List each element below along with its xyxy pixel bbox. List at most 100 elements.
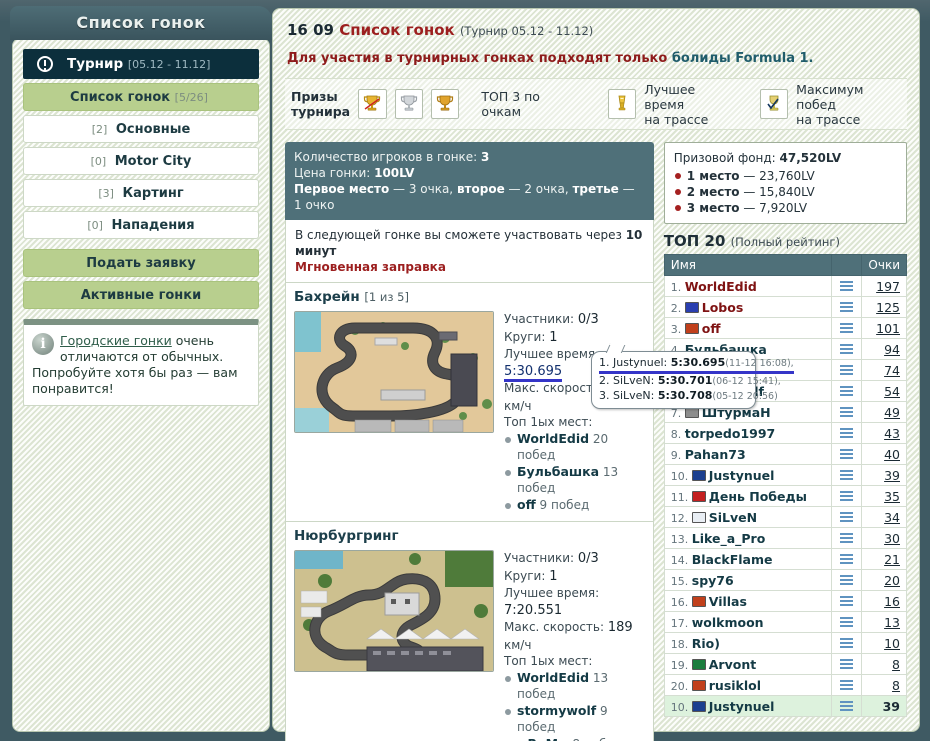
tab-races-list[interactable]: Список гонок xyxy=(10,6,272,40)
player-stats-cell[interactable] xyxy=(831,506,863,528)
list-lines-icon[interactable] xyxy=(840,511,854,522)
race-card-nurburgring[interactable]: Нюрбургринг Участники: 0/3 Круги: 1 Лучш… xyxy=(285,522,654,741)
player-points-link[interactable]: 8 xyxy=(892,657,900,672)
player-points-link[interactable]: 20 xyxy=(884,573,900,588)
sidebar-item-napadeniya[interactable]: [0] Нападения xyxy=(23,211,259,239)
player-points-link[interactable]: 40 xyxy=(884,447,900,462)
player-points-link[interactable]: 39 xyxy=(883,699,900,714)
table-row[interactable]: 17. wolkmoon 13 xyxy=(663,611,907,633)
table-row[interactable]: 19. Arvont 8 xyxy=(663,653,907,675)
player-points-link[interactable]: 125 xyxy=(876,300,900,315)
player-points-link[interactable]: 94 xyxy=(884,342,900,357)
list-lines-icon[interactable] xyxy=(840,406,854,417)
top-player-name[interactable]: off xyxy=(517,497,536,512)
list-lines-icon[interactable] xyxy=(840,595,854,606)
player-stats-cell[interactable] xyxy=(831,569,863,591)
player-stats-cell[interactable] xyxy=(831,611,863,633)
player-stats-cell[interactable] xyxy=(831,380,863,402)
list-lines-icon[interactable] xyxy=(840,364,854,375)
instant-refuel-link[interactable]: Мгновенная заправка xyxy=(295,259,644,275)
table-row[interactable]: 8. torpedo1997 43 xyxy=(663,422,907,444)
table-row[interactable]: 16. Villas 16 xyxy=(663,590,907,612)
table-row[interactable]: 10. Justynuel 39 xyxy=(663,464,907,486)
player-name-cell[interactable]: 11. День Победы xyxy=(663,485,833,507)
player-name-cell[interactable]: 17. wolkmoon xyxy=(663,611,833,633)
player-name-cell[interactable]: 10. Justynuel xyxy=(663,464,833,486)
player-points-link[interactable]: 16 xyxy=(884,594,900,609)
player-stats-cell[interactable] xyxy=(831,632,863,654)
player-points-link[interactable]: 43 xyxy=(884,426,900,441)
player-name-cell[interactable]: 15. spy76 xyxy=(663,569,833,591)
table-row[interactable]: 20. rusiklol 8 xyxy=(663,674,907,696)
list-lines-icon[interactable] xyxy=(840,616,854,627)
player-points-link[interactable]: 197 xyxy=(876,279,900,294)
sidebar-item-karting[interactable]: [3] Картинг xyxy=(23,179,259,207)
city-races-link[interactable]: Городские гонки xyxy=(60,333,172,348)
list-lines-icon[interactable] xyxy=(840,280,854,291)
list-lines-icon[interactable] xyxy=(840,679,854,690)
player-points-link[interactable]: 10 xyxy=(884,636,900,651)
silver-trophy-icon[interactable] xyxy=(394,89,423,119)
table-row[interactable]: 18. Rio) 10 xyxy=(663,632,907,654)
player-stats-cell[interactable] xyxy=(831,317,863,339)
sidebar-item-motor-city[interactable]: [0] Motor City xyxy=(23,147,259,175)
player-name-cell[interactable]: 9. Pahan73 xyxy=(663,443,833,465)
list-lines-icon[interactable] xyxy=(840,469,854,480)
player-stats-cell[interactable] xyxy=(831,443,863,465)
table-row[interactable]: 2. Lobos 125 xyxy=(663,296,907,318)
list-lines-icon[interactable] xyxy=(840,574,854,585)
player-points-link[interactable]: 101 xyxy=(876,321,900,336)
player-name-cell[interactable]: 18. Rio) xyxy=(663,632,833,654)
player-points-link[interactable]: 74 xyxy=(884,363,900,378)
besttime-value[interactable]: 7:20.551 xyxy=(504,603,562,618)
player-stats-cell[interactable] xyxy=(831,653,863,675)
player-name-cell[interactable]: 1. WorldEdid xyxy=(663,275,833,297)
player-points-link[interactable]: 21 xyxy=(884,552,900,567)
player-points-link[interactable]: 54 xyxy=(884,384,900,399)
player-name-cell[interactable]: 20. rusiklol xyxy=(663,674,833,696)
player-stats-cell[interactable] xyxy=(831,485,863,507)
player-stats-cell[interactable] xyxy=(831,401,863,423)
sidebar-item-races-list[interactable]: Список гонок [5/26] xyxy=(23,83,259,111)
table-row[interactable]: 10. Justynuel 39 xyxy=(663,695,907,717)
table-row[interactable]: 9. Pahan73 40 xyxy=(663,443,907,465)
best-time-trophy-icon[interactable] xyxy=(607,89,637,119)
player-stats-cell[interactable] xyxy=(831,590,863,612)
table-row[interactable]: 15. spy76 20 xyxy=(663,569,907,591)
submit-application-button[interactable]: Подать заявку xyxy=(23,249,259,277)
list-lines-icon[interactable] xyxy=(840,385,854,396)
table-row[interactable]: 13. Like_a_Pro 30 xyxy=(663,527,907,549)
besttime-value[interactable]: 5:30.695 xyxy=(504,363,563,382)
player-name-cell[interactable]: 16. Villas xyxy=(663,590,833,612)
player-stats-cell[interactable] xyxy=(831,359,863,381)
player-points-link[interactable]: 39 xyxy=(884,468,900,483)
list-lines-icon[interactable] xyxy=(840,427,854,438)
player-name-cell[interactable]: 2. Lobos xyxy=(663,296,833,318)
player-stats-cell[interactable] xyxy=(831,527,863,549)
player-name-cell[interactable]: 3. off xyxy=(663,317,833,339)
player-points-link[interactable]: 34 xyxy=(884,510,900,525)
list-lines-icon[interactable] xyxy=(840,301,854,312)
list-lines-icon[interactable] xyxy=(840,322,854,333)
list-lines-icon[interactable] xyxy=(840,700,854,711)
player-points-link[interactable]: 49 xyxy=(884,405,900,420)
table-row[interactable]: 14. BlackFlame 21 xyxy=(663,548,907,570)
player-points-link[interactable]: 30 xyxy=(884,531,900,546)
player-name-cell[interactable]: 8. torpedo1997 xyxy=(663,422,833,444)
top-player-name[interactable]: Бульбашка xyxy=(517,464,599,479)
player-stats-cell[interactable] xyxy=(831,275,863,297)
gold-trophy-icon[interactable] xyxy=(358,89,387,119)
player-stats-cell[interactable] xyxy=(831,296,863,318)
list-lines-icon[interactable] xyxy=(840,532,854,543)
bronze-trophy-icon[interactable] xyxy=(430,89,460,119)
list-lines-icon[interactable] xyxy=(840,637,854,648)
top-player-name[interactable]: WorldEdid xyxy=(517,431,589,446)
list-lines-icon[interactable] xyxy=(840,448,854,459)
list-lines-icon[interactable] xyxy=(840,490,854,501)
max-wins-trophy-icon[interactable] xyxy=(759,89,789,119)
player-points-link[interactable]: 35 xyxy=(884,489,900,504)
table-row[interactable]: 1. WorldEdid 197 xyxy=(663,275,907,297)
full-rating-link[interactable]: (Полный рейтинг) xyxy=(731,235,840,249)
list-lines-icon[interactable] xyxy=(840,343,854,354)
player-stats-cell[interactable] xyxy=(831,695,863,717)
